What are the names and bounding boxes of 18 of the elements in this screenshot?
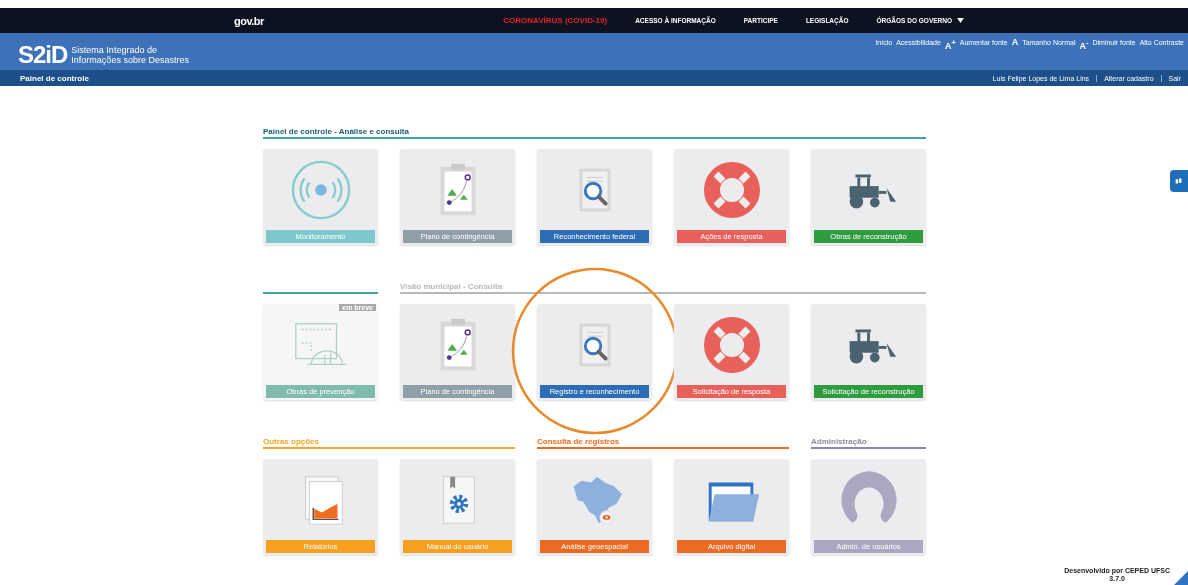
gov-logo[interactable]: gov.br (234, 14, 264, 27)
broadcast-icon (289, 158, 352, 221)
sign-language-button[interactable] (1170, 170, 1188, 192)
gov-link[interactable]: CORONAVÍRUS (COVID-19) (503, 16, 608, 25)
section-title: Administração (811, 437, 867, 447)
caret-icon (957, 18, 964, 23)
section-title: Consulta de registros (537, 437, 620, 447)
hands-icon (1174, 176, 1184, 186)
site-subtitle: Sistema Integrado de Informações sobre Desastres (71, 44, 189, 65)
font-size-glyph[interactable]: A (1011, 38, 1019, 47)
font-size-glyph[interactable]: A$^{-}$ (1079, 38, 1089, 51)
section-title: Visão municipal - Consulta (400, 282, 503, 292)
section-title: Painel de controle - Análise e consulta (263, 127, 409, 137)
site-logo[interactable]: S2iD (18, 40, 68, 69)
font-size-glyph[interactable]: A$^{+}$ (944, 38, 956, 51)
corner-triangle-icon[interactable] (1174, 571, 1188, 585)
section-title: Outras opções (263, 437, 319, 447)
page-title: Painel de controle (20, 73, 89, 83)
